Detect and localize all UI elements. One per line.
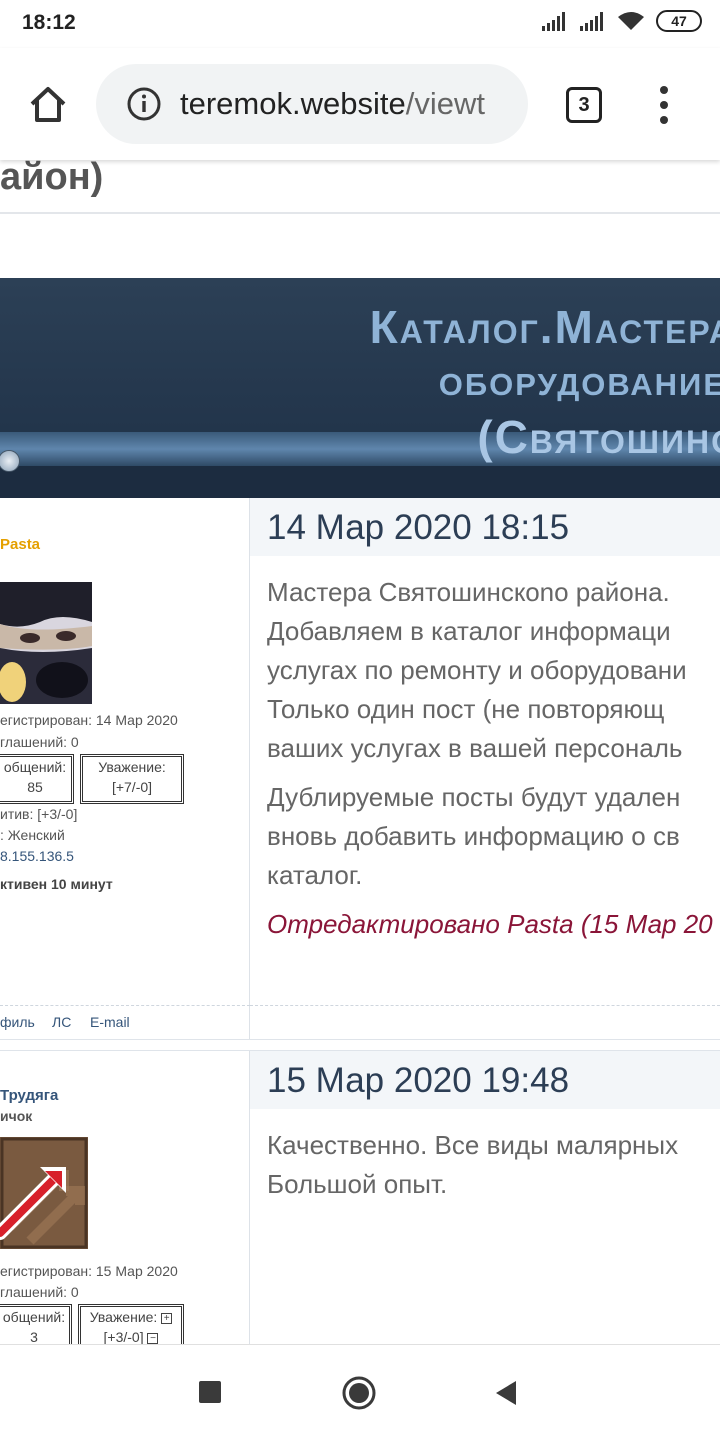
post-line: Дублируемые посты будут удален bbox=[267, 782, 681, 812]
post-line: Мастера Святошинскono района. bbox=[267, 577, 670, 607]
status-icons: 47 bbox=[540, 10, 702, 32]
post-line: Добавляем в каталог информаци bbox=[267, 616, 671, 646]
messages-value: 85 bbox=[27, 779, 43, 795]
post-ip[interactable]: 8.155.136.5 bbox=[0, 846, 74, 867]
recents-icon[interactable] bbox=[199, 1381, 221, 1403]
post-date[interactable]: 14 Мар 2020 18:15 bbox=[267, 508, 569, 548]
forum-banner: Каталог.Мастера оборудование (Святошино bbox=[0, 278, 720, 498]
edited-note: Отредактировано Pasta (15 Мар 20 bbox=[267, 909, 713, 939]
post-positive: итив: [+3/-0] bbox=[0, 806, 78, 822]
post-line: вновь добавить информацию о св bbox=[267, 821, 680, 851]
post-registered: егистрирован: 15 Мар 2020 bbox=[0, 1263, 178, 1279]
home-circle-icon[interactable] bbox=[342, 1376, 376, 1410]
browser-toolbar: teremok.website/viewt 3 bbox=[0, 48, 720, 160]
post-rank: ичок bbox=[0, 1108, 33, 1124]
respect-box: Уважение: + [+3/-0] − bbox=[78, 1304, 184, 1344]
messages-value: 3 bbox=[30, 1329, 38, 1344]
respect-label: Уважение: bbox=[89, 1309, 158, 1325]
navigation-bar bbox=[0, 1344, 720, 1440]
post-author-panel: Pasta егистрирован: 14 Мар 2020 глашений… bbox=[0, 498, 250, 1039]
tab-count: 3 bbox=[578, 93, 590, 116]
plus-icon[interactable]: + bbox=[161, 1312, 173, 1324]
avatar-image bbox=[0, 582, 92, 704]
post-activity: ктивен 10 минут bbox=[0, 874, 113, 895]
post-agreements: глашений: 0 bbox=[0, 734, 79, 750]
url-text[interactable]: teremok.website/viewt bbox=[180, 86, 510, 122]
post-body: 14 Мар 2020 18:15 Мастера Святошинскono … bbox=[250, 498, 720, 1039]
banner-line-3: (Святошино bbox=[477, 411, 720, 463]
post-paragraph: Дублируемые посты будут удален вновь доб… bbox=[267, 778, 720, 895]
post-paragraph: Мастера Святошинскono района. Добавляем … bbox=[267, 573, 720, 768]
messages-box: общений: 3 bbox=[0, 1304, 72, 1344]
battery-level: 47 bbox=[671, 13, 687, 29]
post-date[interactable]: 15 Мар 2020 19:48 bbox=[267, 1061, 569, 1101]
avatar bbox=[0, 1137, 88, 1249]
url-host: teremok.website bbox=[180, 86, 406, 121]
signal-icon-2 bbox=[580, 12, 603, 31]
post-activity-text: ктивен 10 минут bbox=[0, 876, 113, 892]
respect-value: [+3/-0] bbox=[103, 1329, 144, 1344]
banner-line-1: Каталог.Мастера bbox=[369, 301, 720, 353]
post-author-panel: Трудяга ичок егистрирован: 15 Мар 2020 г… bbox=[0, 1051, 250, 1344]
respect-row: [+3/-0] − bbox=[81, 1327, 181, 1344]
page-title: айон) bbox=[0, 160, 104, 198]
avatar bbox=[0, 582, 92, 704]
post-gender: : Женский bbox=[0, 827, 65, 843]
post-line: Качественно. Все виды малярных bbox=[267, 1130, 679, 1160]
address-bar[interactable]: teremok.website/viewt bbox=[96, 64, 528, 144]
post-line: каталог. bbox=[267, 860, 363, 890]
post-footer-right bbox=[250, 1005, 720, 1039]
respect-box: Уважение: [+7/-0] bbox=[80, 754, 184, 804]
email-link[interactable]: E-mail bbox=[90, 1014, 130, 1030]
forum-post: Трудяга ичок егистрирован: 15 Мар 2020 г… bbox=[0, 1050, 720, 1344]
post-text: Мастера Святошинскono района. Добавляем … bbox=[267, 573, 720, 954]
messages-label: общений: bbox=[3, 759, 67, 775]
signal-icon bbox=[542, 12, 565, 31]
avatar-image bbox=[0, 1137, 88, 1249]
post-date-bar: 15 Мар 2020 19:48 bbox=[250, 1051, 720, 1109]
battery-icon: 47 bbox=[656, 10, 702, 32]
post-author[interactable]: Трудяга bbox=[0, 1087, 58, 1104]
more-vert-icon[interactable] bbox=[650, 84, 678, 126]
status-bar: 18:12 47 bbox=[0, 0, 720, 48]
banner-bottom bbox=[0, 466, 720, 498]
respect-value: [+7/-0] bbox=[111, 779, 153, 795]
wifi-icon bbox=[618, 12, 644, 30]
forum-post: Pasta егистрирован: 14 Мар 2020 глашений… bbox=[0, 498, 720, 1040]
post-paragraph: Качественно. Все виды малярных Большой о… bbox=[267, 1126, 720, 1204]
post-line: Большой опыт. bbox=[267, 1169, 448, 1199]
page-content: айон) Каталог.Мастера оборудование (Свят… bbox=[0, 160, 720, 1344]
back-icon[interactable] bbox=[494, 1379, 518, 1407]
post-date-bar: 14 Мар 2020 18:15 bbox=[250, 498, 720, 556]
post-text: Качественно. Все виды малярных Большой о… bbox=[267, 1126, 720, 1214]
respect-row: Уважение: + bbox=[81, 1307, 181, 1327]
post-registered: егистрирован: 14 Мар 2020 bbox=[0, 712, 178, 728]
post-footer: филь ЛС E-mail bbox=[0, 1005, 250, 1039]
messages-box: общений: 85 bbox=[0, 754, 74, 804]
respect-label: Уважение: bbox=[98, 759, 166, 775]
minus-icon[interactable]: − bbox=[147, 1332, 159, 1344]
post-line: Только один пост (не повторяющ bbox=[267, 694, 665, 724]
post-author[interactable]: Pasta bbox=[0, 536, 40, 553]
post-body: 15 Мар 2020 19:48 Качественно. Все виды … bbox=[250, 1051, 720, 1344]
post-agreements: глашений: 0 bbox=[0, 1284, 79, 1300]
profile-link[interactable]: филь bbox=[0, 1014, 35, 1030]
tab-switcher-button[interactable]: 3 bbox=[566, 87, 602, 123]
status-time: 18:12 bbox=[22, 11, 76, 34]
post-line: ваших услугах в вашей персональ bbox=[267, 733, 683, 763]
post-line: услугах по ремонту и оборудовани bbox=[267, 655, 687, 685]
pm-link[interactable]: ЛС bbox=[52, 1014, 71, 1030]
url-path: /viewt bbox=[405, 86, 485, 121]
banner-line-2: оборудование bbox=[438, 356, 720, 405]
info-icon[interactable] bbox=[126, 86, 162, 122]
messages-label: общений: bbox=[2, 1309, 66, 1325]
home-icon[interactable] bbox=[24, 80, 72, 128]
divider bbox=[0, 212, 720, 214]
